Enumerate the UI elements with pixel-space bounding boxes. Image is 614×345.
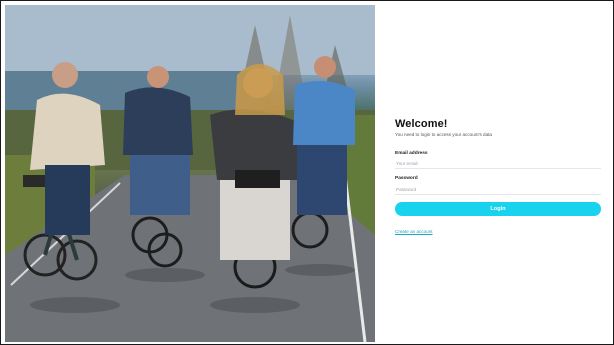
hero-photo: [5, 5, 375, 342]
login-button[interactable]: Login: [395, 202, 601, 216]
login-panel: Welcome! You need to login to access you…: [375, 5, 611, 342]
create-account-link[interactable]: Create an account: [395, 229, 433, 234]
cyclists-illustration: [5, 5, 375, 342]
welcome-title: Welcome!: [395, 118, 448, 130]
password-input[interactable]: [395, 184, 601, 195]
email-label: Email address: [395, 151, 428, 156]
app-window: Welcome! You need to login to access you…: [0, 0, 614, 345]
email-input[interactable]: [395, 158, 601, 169]
password-label: Password: [395, 176, 418, 181]
welcome-subtitle: You need to login to access your account…: [395, 132, 492, 137]
